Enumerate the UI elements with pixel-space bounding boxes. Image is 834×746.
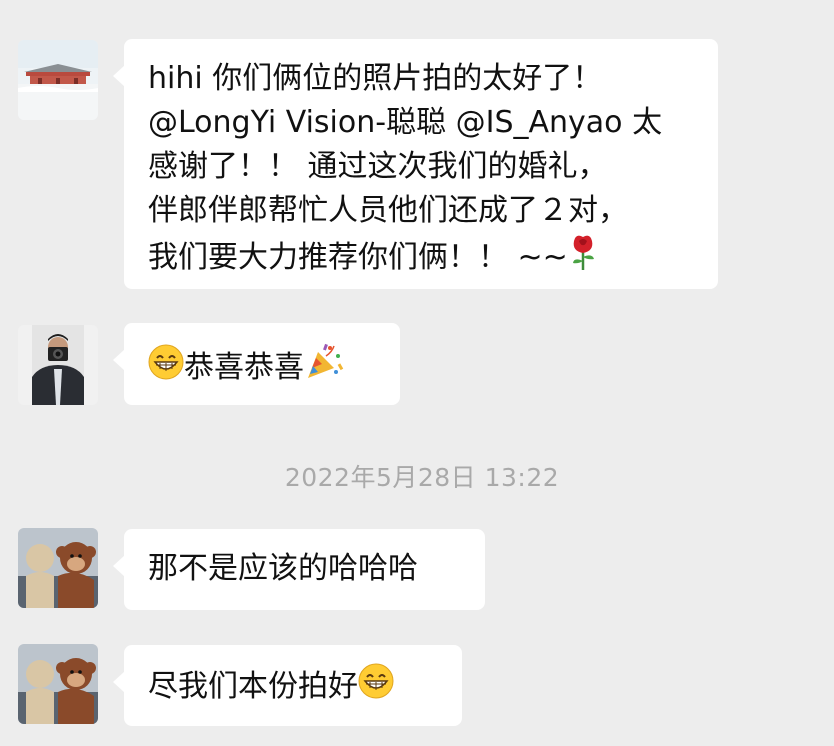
message-bubble-1[interactable]: hihi 你们俩位的照片拍的太好了！ @LongYi Vision-聪聪 @IS… xyxy=(113,39,718,289)
message-line-last: 我们要大力推荐你们俩！！ ~~ xyxy=(148,233,694,284)
chat-area: hihi 你们俩位的照片拍的太好了！ @LongYi Vision-聪聪 @IS… xyxy=(0,0,834,746)
message-line: @LongYi Vision-聪聪 @IS_Anyao 太 xyxy=(148,105,663,140)
avatar-image xyxy=(18,325,98,405)
grinning-face-icon xyxy=(148,344,184,393)
message-line: hihi 你们俩位的照片拍的太好了！ xyxy=(148,61,603,96)
message-line-text: 我们要大力推荐你们俩！！ ~~ xyxy=(148,240,568,275)
message-bubble-2[interactable]: 恭喜恭喜 xyxy=(113,323,400,405)
message-bubble-3[interactable]: 那不是应该的哈哈哈 xyxy=(113,529,485,610)
avatar-plush-monkey[interactable] xyxy=(18,644,98,724)
grinning-face-icon xyxy=(358,663,394,712)
party-popper-icon xyxy=(304,342,344,395)
timestamp: 2022年5月28日 13:22 xyxy=(284,463,560,492)
message-bubble-4[interactable]: 尽我们本份拍好 xyxy=(113,645,462,726)
avatar-snow-palace[interactable] xyxy=(18,40,98,120)
avatar-image xyxy=(18,644,98,724)
avatar-plush-monkey[interactable] xyxy=(18,528,98,608)
avatar-man-with-camera[interactable] xyxy=(18,325,98,405)
rose-icon xyxy=(568,233,598,284)
message-text: 那不是应该的哈哈哈 xyxy=(148,551,418,586)
message-text: 恭喜恭喜 xyxy=(184,350,304,385)
message-line: 感谢了！！ 通过这次我们的婚礼， xyxy=(148,149,608,184)
message-text: 尽我们本份拍好 xyxy=(148,669,358,704)
avatar-image xyxy=(18,40,98,120)
message-line: 伴郎伴郎帮忙人员他们还成了２对， xyxy=(148,193,628,228)
avatar-image xyxy=(18,528,98,608)
